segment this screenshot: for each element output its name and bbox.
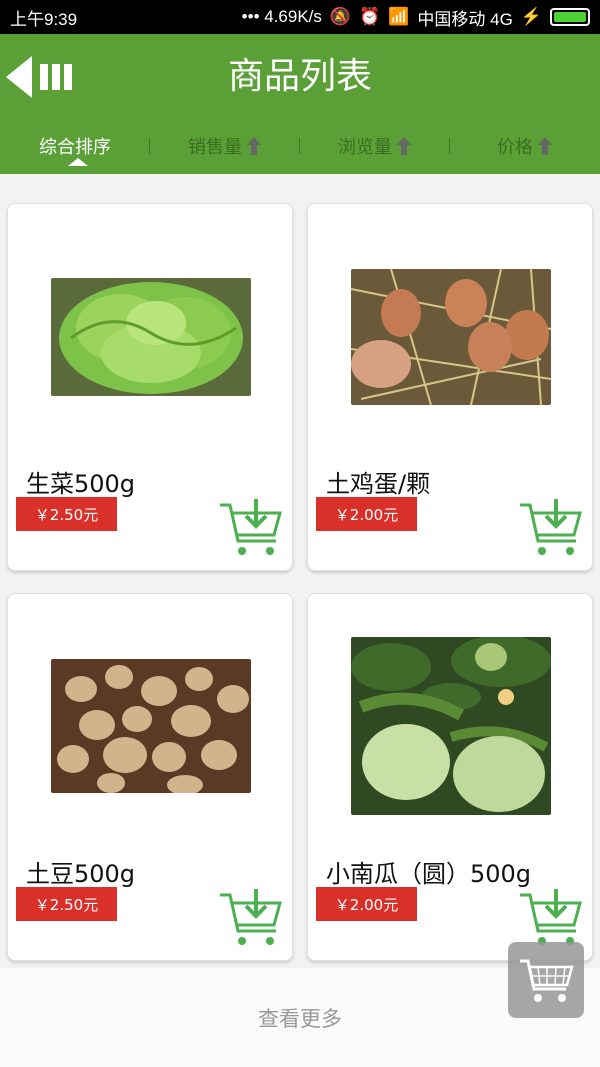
- status-time: 上午9:39: [10, 9, 78, 29]
- product-name: 土豆500g: [26, 860, 136, 888]
- product-card[interactable]: 生菜500g ￥2.50元: [7, 203, 293, 571]
- price-badge: ￥2.50元: [16, 497, 117, 531]
- price-badge: ￥2.00元: [316, 497, 417, 531]
- price-badge: ￥2.00元: [316, 887, 417, 921]
- mute-icon: 🔕: [329, 7, 352, 26]
- cart-download-icon: [220, 889, 282, 945]
- product-card[interactable]: 土豆500g ￥2.50元: [7, 593, 293, 961]
- sort-tabs: 综合排序 销售量 浏览量 价格: [0, 126, 600, 166]
- charging-icon: ⚡: [520, 7, 542, 26]
- carrier-label: 中国移动 4G: [417, 9, 513, 29]
- wifi-icon: 📶: [388, 7, 410, 26]
- product-image: [51, 278, 251, 396]
- alarm-icon: ⏰: [359, 7, 381, 26]
- price-badge: ￥2.50元: [16, 887, 117, 921]
- product-card[interactable]: 小南瓜（圆）500g ￥2.00元: [307, 593, 593, 961]
- add-to-cart-button[interactable]: [518, 499, 584, 561]
- product-name: 小南瓜（圆）500g: [326, 860, 532, 888]
- sort-up-icon: [247, 137, 261, 155]
- round-pumpkin-photo: [351, 637, 551, 815]
- shopping-cart-icon: [520, 959, 574, 1002]
- product-name: 生菜500g: [26, 470, 136, 498]
- product-name: 土鸡蛋/颗: [326, 470, 431, 498]
- floating-cart-button[interactable]: [508, 942, 584, 1018]
- lettuce-photo: [51, 278, 251, 396]
- potatoes-photo: [51, 659, 251, 793]
- product-image: [351, 269, 551, 405]
- add-to-cart-button[interactable]: [218, 889, 284, 951]
- app-header: 商品列表 综合排序 销售量 浏览量 价格: [0, 34, 600, 174]
- active-tab-caret: [68, 158, 88, 166]
- cart-download-icon: [520, 499, 582, 555]
- cart-download-icon: [220, 499, 282, 555]
- battery-icon: [550, 8, 590, 26]
- sort-up-icon: [538, 137, 552, 155]
- tab-price[interactable]: 价格: [450, 126, 600, 166]
- product-card[interactable]: 土鸡蛋/颗 ￥2.00元: [307, 203, 593, 571]
- product-image: [351, 637, 551, 815]
- add-to-cart-button[interactable]: [218, 499, 284, 561]
- tab-default-sort[interactable]: 综合排序: [0, 126, 150, 166]
- tab-views[interactable]: 浏览量: [300, 126, 450, 166]
- status-bar: 上午9:39 ••• 4.69K/s 🔕 ⏰ 📶 中国移动 4G ⚡: [0, 0, 600, 34]
- page-title: 商品列表: [227, 56, 372, 97]
- tab-sales[interactable]: 销售量: [150, 126, 300, 166]
- product-image: [51, 659, 251, 793]
- sort-up-icon: [397, 137, 411, 155]
- eggs-photo: [351, 269, 551, 405]
- network-speed: ••• 4.69K/s: [241, 7, 322, 26]
